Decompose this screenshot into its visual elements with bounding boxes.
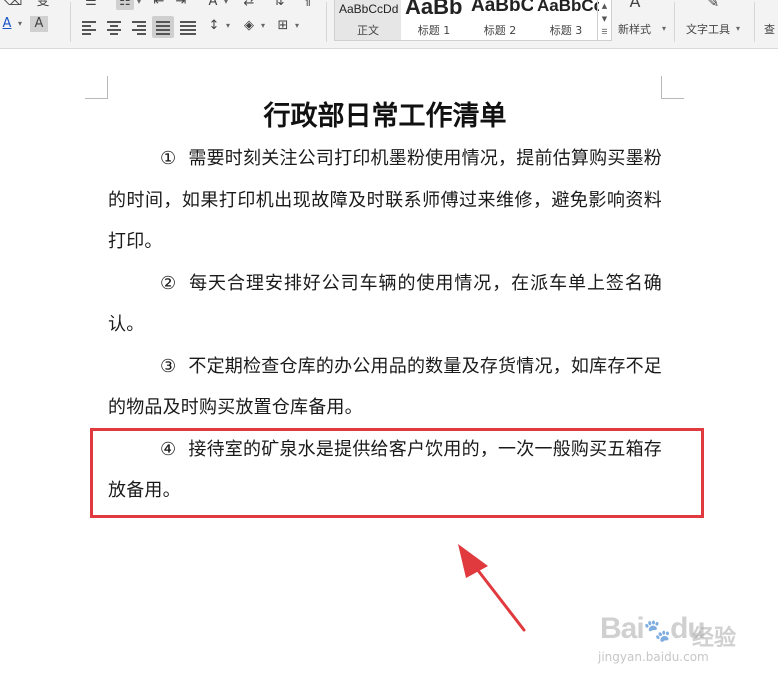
watermark-url: jingyan.baidu.com: [598, 650, 709, 664]
baidu-watermark: Bai🐾du 经验 jingyan.baidu.com: [592, 604, 772, 668]
annotation-arrow-icon: [458, 544, 526, 632]
watermark-brand: Bai🐾du: [600, 612, 706, 645]
watermark-chinese: 经验: [692, 626, 737, 651]
